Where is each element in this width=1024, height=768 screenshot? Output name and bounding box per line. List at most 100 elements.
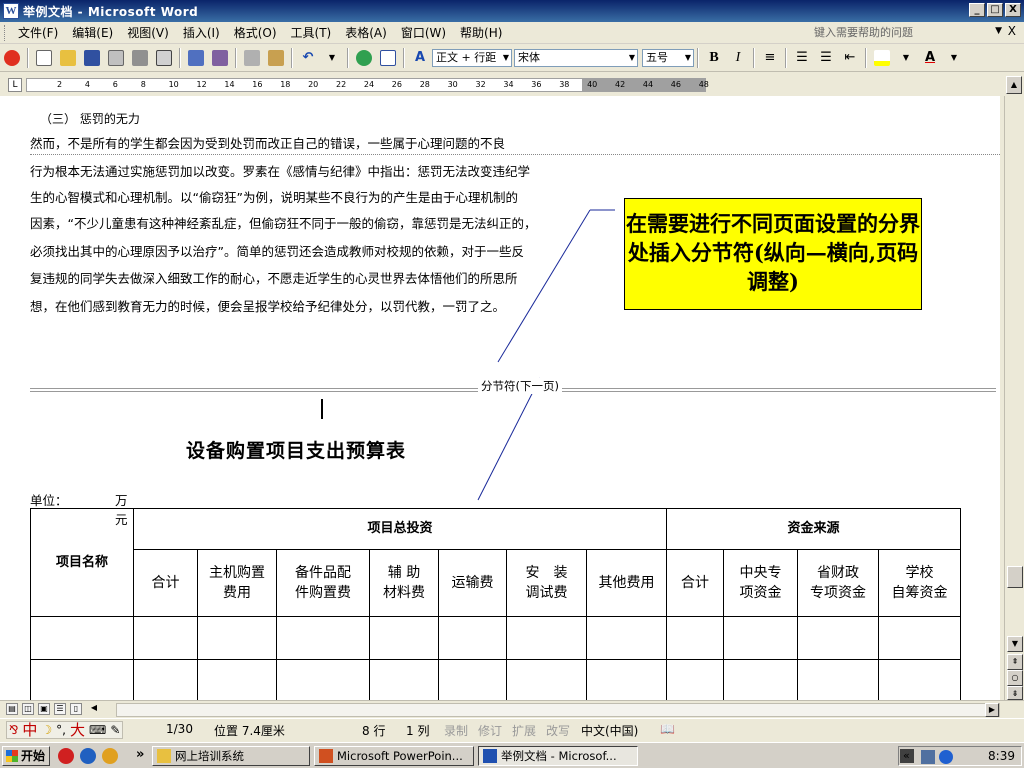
table-row[interactable] bbox=[30, 659, 961, 700]
bulleted-list-icon[interactable]: ☰ bbox=[815, 47, 837, 69]
document-area[interactable]: （三） 惩罚的无力 然而，不是所有的学生都会因为受到处罚而改正自己的错误，一些属… bbox=[0, 96, 1000, 700]
table-cell[interactable] bbox=[438, 616, 507, 660]
ime-keyboard-icon[interactable]: ⌨ bbox=[89, 723, 106, 737]
menu-view[interactable]: 视图(V) bbox=[120, 23, 176, 43]
status-extend[interactable]: 扩展 bbox=[512, 722, 536, 739]
italic-button[interactable]: I bbox=[727, 47, 749, 69]
quicklaunch-more-icon[interactable]: » bbox=[136, 747, 144, 762]
table-cell[interactable] bbox=[797, 616, 879, 660]
new-document-icon[interactable] bbox=[33, 47, 55, 69]
research-icon[interactable] bbox=[209, 47, 231, 69]
budget-table[interactable]: 项目名称 项目总投资 资金来源 合计 主机购置 费用 备件品配 件购置费 辅 助… bbox=[30, 508, 961, 700]
table-cell[interactable] bbox=[133, 659, 198, 700]
menu-window[interactable]: 窗口(W) bbox=[394, 23, 453, 43]
menu-grip[interactable] bbox=[4, 24, 7, 41]
taskbar-item-powerpoint[interactable]: Microsoft PowerPoin... bbox=[314, 746, 474, 766]
browse-object-icon[interactable]: ○ bbox=[1007, 670, 1023, 686]
print-icon[interactable] bbox=[129, 47, 151, 69]
header-transport[interactable]: 运输费 bbox=[438, 549, 507, 617]
clock[interactable]: 8:39 bbox=[988, 749, 1015, 763]
scroll-down-icon[interactable]: ▼ bbox=[1007, 636, 1023, 652]
previous-page-icon[interactable]: ⇞ bbox=[1007, 654, 1023, 670]
horizontal-ruler[interactable]: L 2 4 6 8 10 12 14 16 18 20 22 24 26 28 30 32 34 36 38 40 42… bbox=[0, 74, 1024, 96]
word-app-icon[interactable]: W bbox=[3, 3, 19, 19]
table-cell[interactable] bbox=[723, 616, 798, 660]
header-spare-parts[interactable]: 备件品配 件购置费 bbox=[276, 549, 370, 617]
ime-mode[interactable]: 中 bbox=[22, 719, 37, 740]
table-cell[interactable] bbox=[276, 616, 370, 660]
table-cell[interactable] bbox=[369, 659, 439, 700]
font-select[interactable]: 宋体 ▼ bbox=[514, 48, 638, 67]
menu-tools[interactable]: 工具(T) bbox=[284, 23, 339, 43]
taskbar-item-training-system[interactable]: 网上培训系统 bbox=[152, 746, 310, 766]
numbered-list-icon[interactable]: ☰ bbox=[791, 47, 813, 69]
quicklaunch-browser-icon[interactable] bbox=[80, 748, 96, 764]
scroll-thumb[interactable] bbox=[1007, 566, 1023, 588]
permission-icon[interactable] bbox=[105, 47, 127, 69]
ime-tools-icon[interactable]: ✎ bbox=[110, 723, 120, 737]
font-size-select[interactable]: 五号 ▼ bbox=[642, 48, 694, 67]
header-central-fund[interactable]: 中央专 项资金 bbox=[723, 549, 798, 617]
table-cell[interactable] bbox=[276, 659, 370, 700]
horizontal-scrollbar[interactable]: ▶ bbox=[116, 703, 1000, 717]
table-cell[interactable] bbox=[586, 616, 667, 660]
header-total-sum[interactable]: 合计 bbox=[133, 549, 198, 617]
save-icon[interactable] bbox=[81, 47, 103, 69]
scroll-right-icon[interactable]: ▶ bbox=[985, 703, 999, 717]
menu-edit[interactable]: 编辑(E) bbox=[65, 23, 120, 43]
help-search-input[interactable]: 键入需要帮助的问题 bbox=[814, 25, 994, 41]
outline-view-icon[interactable]: ☰ bbox=[54, 703, 66, 715]
styles-icon[interactable]: A bbox=[409, 47, 431, 69]
copy-icon[interactable] bbox=[241, 47, 263, 69]
table-cell[interactable] bbox=[666, 659, 724, 700]
table-cell[interactable] bbox=[586, 659, 667, 700]
status-track-changes[interactable]: 修订 bbox=[478, 722, 502, 739]
table-cell[interactable] bbox=[878, 659, 961, 700]
header-source-sum[interactable]: 合计 bbox=[666, 549, 724, 617]
table-cell[interactable] bbox=[197, 616, 277, 660]
table-row[interactable] bbox=[30, 616, 961, 660]
web-view-icon[interactable]: ◫ bbox=[22, 703, 34, 715]
header-other-costs[interactable]: 其他费用 bbox=[586, 549, 667, 617]
menu-file[interactable]: 文件(F) bbox=[11, 23, 65, 43]
table-cell[interactable] bbox=[133, 616, 198, 660]
header-auxiliary-materials[interactable]: 辅 助 材料费 bbox=[369, 549, 439, 617]
header-installation[interactable]: 安 装 调试费 bbox=[506, 549, 587, 617]
highlight-dropdown-icon[interactable]: ▼ bbox=[895, 47, 917, 69]
menu-help[interactable]: 帮助(H) bbox=[453, 23, 509, 43]
close-document-button[interactable]: X bbox=[1008, 24, 1016, 38]
menu-insert[interactable]: 插入(I) bbox=[176, 23, 227, 43]
scroll-up-icon[interactable]: ▲ bbox=[1006, 76, 1022, 94]
network-icon[interactable] bbox=[921, 750, 935, 764]
help-dropdown-icon[interactable]: ▼ bbox=[995, 26, 1002, 36]
spelling-status-icon[interactable]: 📖 bbox=[660, 722, 675, 736]
undo-dropdown-icon[interactable]: ▼ bbox=[321, 47, 343, 69]
paste-icon[interactable] bbox=[265, 47, 287, 69]
ime-punct-icon[interactable]: °, bbox=[56, 723, 66, 737]
header-school-fund[interactable]: 学校 自筹资金 bbox=[878, 549, 961, 617]
table-cell[interactable] bbox=[30, 659, 134, 700]
status-record[interactable]: 录制 bbox=[444, 722, 468, 739]
restore-button[interactable]: □ bbox=[987, 3, 1003, 17]
table-cell[interactable] bbox=[666, 616, 724, 660]
style-select[interactable]: 正文 + 行距 ▼ bbox=[432, 48, 512, 67]
toolbar-options-icon[interactable] bbox=[1, 47, 23, 69]
hyperlink-icon[interactable] bbox=[353, 47, 375, 69]
taskbar-item-word[interactable]: 举例文档 - Microsof... bbox=[478, 746, 638, 766]
table-cell[interactable] bbox=[797, 659, 879, 700]
status-language[interactable]: 中文(中国) bbox=[581, 722, 638, 739]
print-preview-icon[interactable] bbox=[153, 47, 175, 69]
print-layout-icon[interactable]: ▣ bbox=[38, 703, 50, 715]
normal-view-icon[interactable]: ▤ bbox=[6, 703, 18, 715]
justify-icon[interactable]: ≡ bbox=[759, 47, 781, 69]
bold-button[interactable]: B bbox=[703, 47, 725, 69]
table-cell[interactable] bbox=[369, 616, 439, 660]
header-provincial-fund[interactable]: 省财政 专项资金 bbox=[797, 549, 879, 617]
undo-icon[interactable]: ↶ bbox=[297, 47, 319, 69]
status-overtype[interactable]: 改写 bbox=[546, 722, 570, 739]
font-color-icon[interactable]: A bbox=[919, 47, 941, 69]
decrease-indent-icon[interactable]: ⇤ bbox=[839, 47, 861, 69]
quicklaunch-app-icon[interactable] bbox=[58, 748, 74, 764]
header-project-name[interactable]: 项目名称 bbox=[30, 508, 134, 617]
minimize-button[interactable]: _ bbox=[969, 3, 985, 17]
